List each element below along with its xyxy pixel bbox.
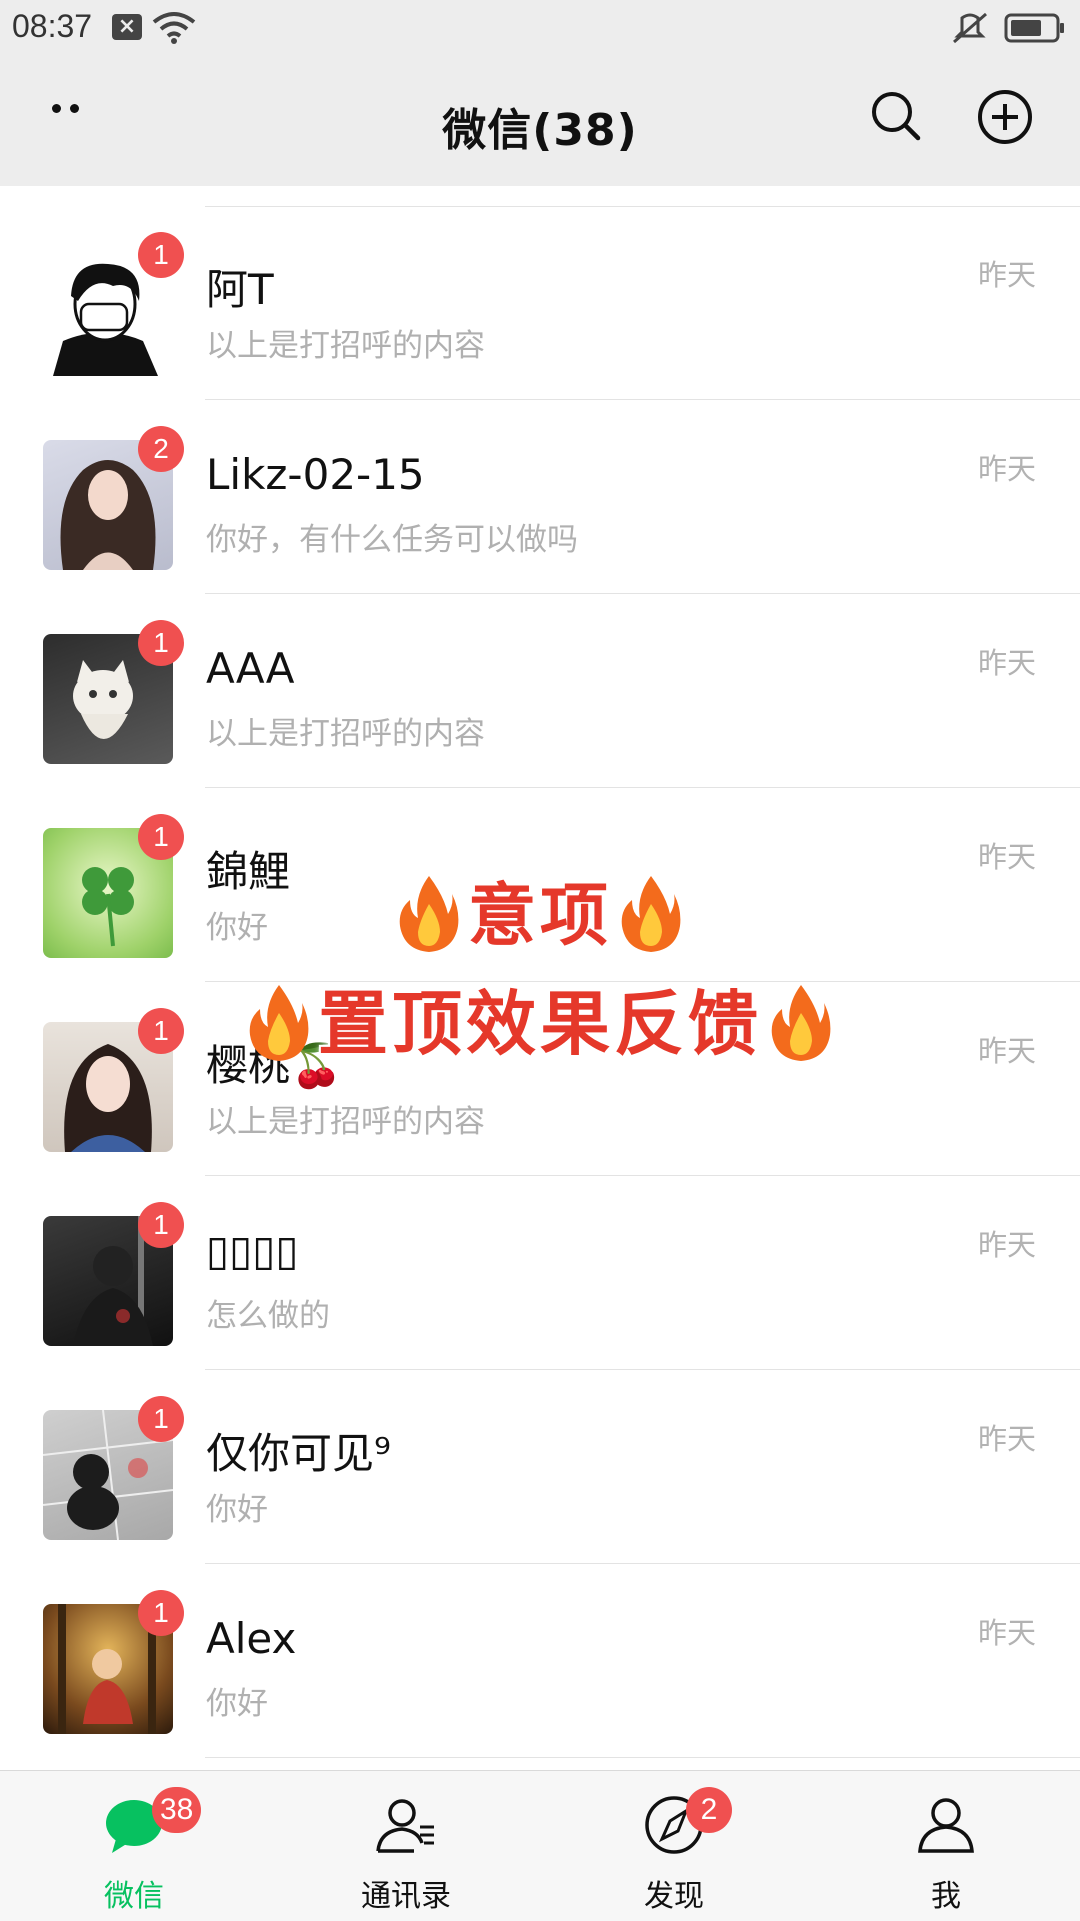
search-icon[interactable] xyxy=(868,88,924,144)
tab-chats[interactable]: 38 微信 xyxy=(34,1771,234,1921)
unread-badge: 1 xyxy=(138,1590,184,1636)
chat-name: 錦鯉 xyxy=(206,847,291,896)
unread-badge: 1 xyxy=(138,1008,184,1054)
tab-discover[interactable]: 2 发现 xyxy=(574,1771,774,1921)
tab-badge: 38 xyxy=(152,1787,202,1833)
chat-item[interactable]: 1 ▯▯▯▯ 怎么做的 昨天 xyxy=(0,1176,1080,1370)
chat-time: 昨天 xyxy=(977,1034,1036,1068)
chat-preview: 以上是打招呼的内容 xyxy=(206,716,485,752)
bottom-tab-bar: 38 微信 通讯录 2 发现 我 xyxy=(0,1770,1080,1921)
person-icon xyxy=(918,1798,974,1853)
app-header: 微信(38) xyxy=(0,56,1080,186)
chat-list: 1 阿T 以上是打招呼的内容 昨天 2 Likz-02-15 你好，有什么任务可… xyxy=(0,186,1080,1770)
chat-name: 阿T xyxy=(206,265,274,314)
unread-badge: 1 xyxy=(138,232,184,278)
unread-badge: 1 xyxy=(138,1202,184,1248)
notification-x-icon: × xyxy=(112,14,142,40)
chat-preview: 你好，有什么任务可以做吗 xyxy=(206,522,578,558)
chat-name: 樱桃🍒 xyxy=(206,1041,343,1090)
tab-label: 通讯录 xyxy=(361,1879,451,1914)
unread-badge: 1 xyxy=(138,1396,184,1442)
chat-item[interactable]: 1 仅你可见⁹ 你好 昨天 xyxy=(0,1370,1080,1564)
unread-badge: 1 xyxy=(138,620,184,666)
chat-preview: 以上是打招呼的内容 xyxy=(206,328,485,364)
chat-preview: 你好 xyxy=(206,1492,268,1528)
chat-name: ▯▯▯▯ xyxy=(206,1226,299,1275)
chat-time: 昨天 xyxy=(977,840,1036,874)
chat-preview: 你好 xyxy=(206,1686,268,1722)
chat-name: AAA xyxy=(206,644,295,693)
tab-label: 发现 xyxy=(644,1879,704,1914)
chat-item[interactable]: 2 Likz-02-15 你好，有什么任务可以做吗 昨天 xyxy=(0,400,1080,594)
unread-badge: 2 xyxy=(138,426,184,472)
chat-name: Likz-02-15 xyxy=(206,450,425,499)
chat-time: 昨天 xyxy=(977,1616,1036,1650)
tab-label: 我 xyxy=(931,1879,961,1914)
status-bar: 08:37 × xyxy=(0,0,1080,56)
status-time: 08:37 xyxy=(12,8,93,44)
battery-icon xyxy=(1004,13,1064,43)
chat-item[interactable]: 1 阿T 以上是打招呼的内容 昨天 xyxy=(0,206,1080,400)
chat-preview: 你好 xyxy=(206,910,268,946)
chat-time: 昨天 xyxy=(977,1422,1036,1456)
tab-label: 微信 xyxy=(104,1879,164,1914)
chat-item[interactable]: 1 Alex 你好 昨天 xyxy=(0,1564,1080,1758)
chat-item[interactable]: 1 樱桃🍒 以上是打招呼的内容 昨天 xyxy=(0,982,1080,1176)
chat-time: 昨天 xyxy=(977,1228,1036,1262)
chat-time: 昨天 xyxy=(977,258,1036,292)
tab-badge: 2 xyxy=(686,1787,732,1833)
add-icon[interactable] xyxy=(976,88,1034,146)
wifi-icon xyxy=(152,12,196,44)
chat-item[interactable]: 1 錦鯉 你好 昨天 xyxy=(0,788,1080,982)
contacts-icon xyxy=(376,1799,434,1853)
chat-name: Alex xyxy=(206,1614,297,1663)
chat-item[interactable]: 1 AAA 以上是打招呼的内容 昨天 xyxy=(0,594,1080,788)
tab-contacts[interactable]: 通讯录 xyxy=(306,1771,506,1921)
chat-name: 仅你可见⁹ xyxy=(206,1429,391,1478)
vibrate-mute-icon xyxy=(953,12,987,44)
chat-preview: 怎么做的 xyxy=(206,1298,330,1334)
tab-me[interactable]: 我 xyxy=(846,1771,1046,1921)
chat-time: 昨天 xyxy=(977,646,1036,680)
chat-time: 昨天 xyxy=(977,452,1036,486)
unread-badge: 1 xyxy=(138,814,184,860)
chat-preview: 以上是打招呼的内容 xyxy=(206,1104,485,1140)
